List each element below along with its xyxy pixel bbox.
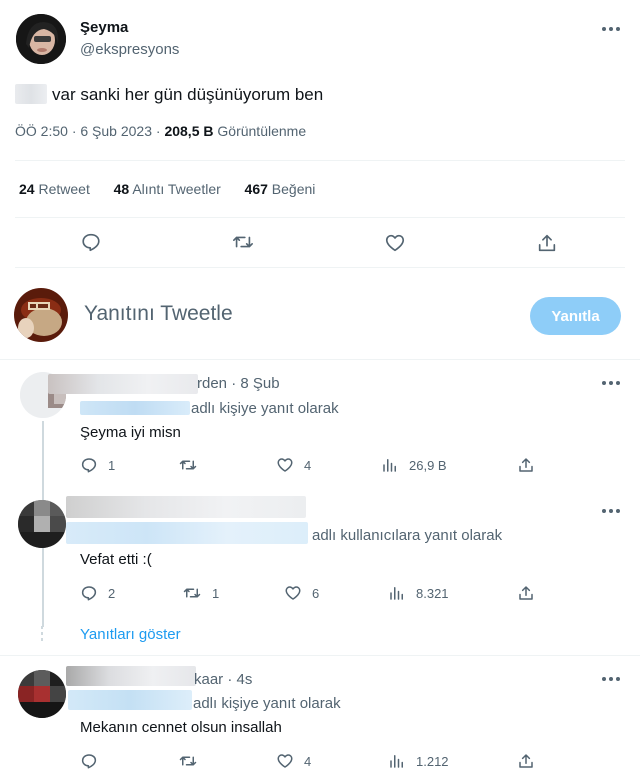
reply-count: 1: [108, 457, 116, 473]
retweet-action[interactable]: [178, 456, 208, 474]
quotes-count: 48: [113, 181, 130, 197]
like-action[interactable]: 6: [284, 584, 319, 602]
like-count: 4: [304, 753, 312, 769]
views-action[interactable]: 1.212: [388, 752, 449, 770]
tweet-stats: 24 Retweet 48 Alıntı Tweetler 467 Beğeni: [19, 181, 315, 197]
reply-to-context: adlı kullanıcılara yanıt olarak: [312, 527, 503, 544]
tweet-time[interactable]: ÖÖ 2:50: [15, 123, 68, 139]
quotes-stat[interactable]: 48 Alıntı Tweetler: [114, 181, 225, 197]
redacted-name: [66, 496, 306, 518]
retweets-stat[interactable]: 24 Retweet: [19, 181, 94, 197]
reply-icon: [81, 458, 97, 473]
divider: [15, 217, 625, 218]
reply-count: 2: [108, 585, 116, 601]
views-icon: [390, 587, 403, 600]
reply-action[interactable]: 1: [80, 456, 115, 474]
reply-icon: [81, 586, 97, 601]
views-action[interactable]: 8.321: [388, 584, 449, 602]
more-options-icon[interactable]: [602, 380, 622, 386]
my-avatar[interactable]: [14, 288, 68, 342]
redacted-mention: [68, 690, 192, 710]
thread-dots: [41, 626, 43, 644]
reply-input[interactable]: Yanıtını Tweetle: [84, 302, 233, 326]
like-icon: [277, 458, 293, 472]
reply-icon: [81, 754, 97, 769]
divider: [0, 655, 640, 656]
retweet-action[interactable]: [178, 752, 208, 770]
likes-count: 467: [244, 181, 268, 197]
reply-to-context: adlı kişiye yanıt olarak: [193, 695, 341, 712]
divider: [0, 359, 640, 360]
view-count: 26,9 B: [409, 457, 447, 473]
like-count: 4: [304, 457, 312, 473]
divider: [15, 160, 625, 161]
reply-time[interactable]: 4s: [237, 671, 253, 688]
reply-button[interactable]: Yanıtla: [530, 297, 621, 335]
author-avatar[interactable]: [16, 14, 66, 64]
reply-button-label: Yanıtla: [551, 307, 600, 325]
retweet-icon: [179, 460, 197, 470]
share-icon[interactable]: [536, 232, 558, 254]
views-count: 208,5 B: [164, 123, 214, 139]
reply-author-meta: kaar · 4s: [194, 671, 253, 688]
reply-action[interactable]: 2: [80, 584, 115, 602]
like-icon[interactable]: [384, 232, 406, 254]
likes-stat[interactable]: 467 Beğeni: [245, 181, 316, 197]
reply-avatar[interactable]: [18, 500, 66, 548]
retweet-icon: [183, 588, 201, 598]
view-count: 1.212: [416, 753, 449, 769]
tweet-date[interactable]: 6 Şub 2023: [80, 123, 152, 139]
reply-avatar[interactable]: [18, 670, 66, 718]
likes-label: Beğeni: [271, 181, 316, 197]
reply-author-meta: rden · 8 Şub: [197, 375, 280, 392]
author-handle[interactable]: @ekspresyons: [80, 41, 179, 58]
retweets-label: Retweet: [38, 181, 90, 197]
more-options-icon[interactable]: [602, 676, 622, 682]
views-icon: [383, 459, 396, 472]
like-count: 6: [312, 585, 320, 601]
share-icon[interactable]: [517, 752, 535, 770]
quotes-label: Alıntı Tweetler: [132, 181, 221, 197]
like-icon: [285, 586, 301, 600]
tweet-text: var sanki her gün düşünüyorum ben: [52, 85, 324, 104]
reply-text: Şeyma iyi misn: [80, 424, 181, 441]
views-action[interactable]: 26,9 B: [381, 456, 447, 474]
retweet-icon[interactable]: [231, 231, 255, 253]
reply-action[interactable]: [80, 752, 108, 770]
retweets-count: 24: [19, 181, 35, 197]
divider: [15, 267, 625, 268]
retweet-count: 1: [212, 585, 220, 601]
redacted-text-block: [15, 84, 47, 104]
reply-to-context: adlı kişiye yanıt olarak: [191, 400, 339, 417]
tweet-meta: ÖÖ 2:50 · 6 Şub 2023 · 208,5 B Görüntüle…: [15, 123, 306, 139]
views-icon: [390, 755, 403, 768]
redacted-name: [48, 374, 198, 394]
retweet-icon: [179, 756, 197, 766]
like-icon: [277, 754, 293, 768]
share-icon[interactable]: [517, 584, 535, 602]
view-count: 8.321: [416, 585, 449, 601]
reply-text: Mekanın cennet olsun insallah: [80, 719, 282, 736]
redacted-mention: [66, 522, 308, 544]
retweet-action[interactable]: 1: [182, 584, 219, 602]
views-label: Görüntülenme: [217, 123, 307, 139]
reply-name-suffix: rden: [197, 375, 228, 392]
reply-name-suffix: kaar: [194, 671, 224, 688]
more-options-icon[interactable]: [602, 26, 622, 32]
reply-time[interactable]: 8 Şub: [240, 375, 279, 392]
like-action[interactable]: 4: [276, 752, 311, 770]
reply-icon[interactable]: [80, 231, 102, 253]
like-action[interactable]: 4: [276, 456, 311, 474]
more-options-icon[interactable]: [602, 508, 622, 514]
reply-text: Vefat etti :(: [80, 551, 152, 568]
redacted-mention: [80, 401, 190, 415]
share-icon[interactable]: [517, 456, 535, 474]
redacted-name: [66, 666, 196, 686]
show-replies-link[interactable]: Yanıtları göster: [80, 626, 181, 643]
author-name[interactable]: Şeyma: [80, 19, 128, 36]
